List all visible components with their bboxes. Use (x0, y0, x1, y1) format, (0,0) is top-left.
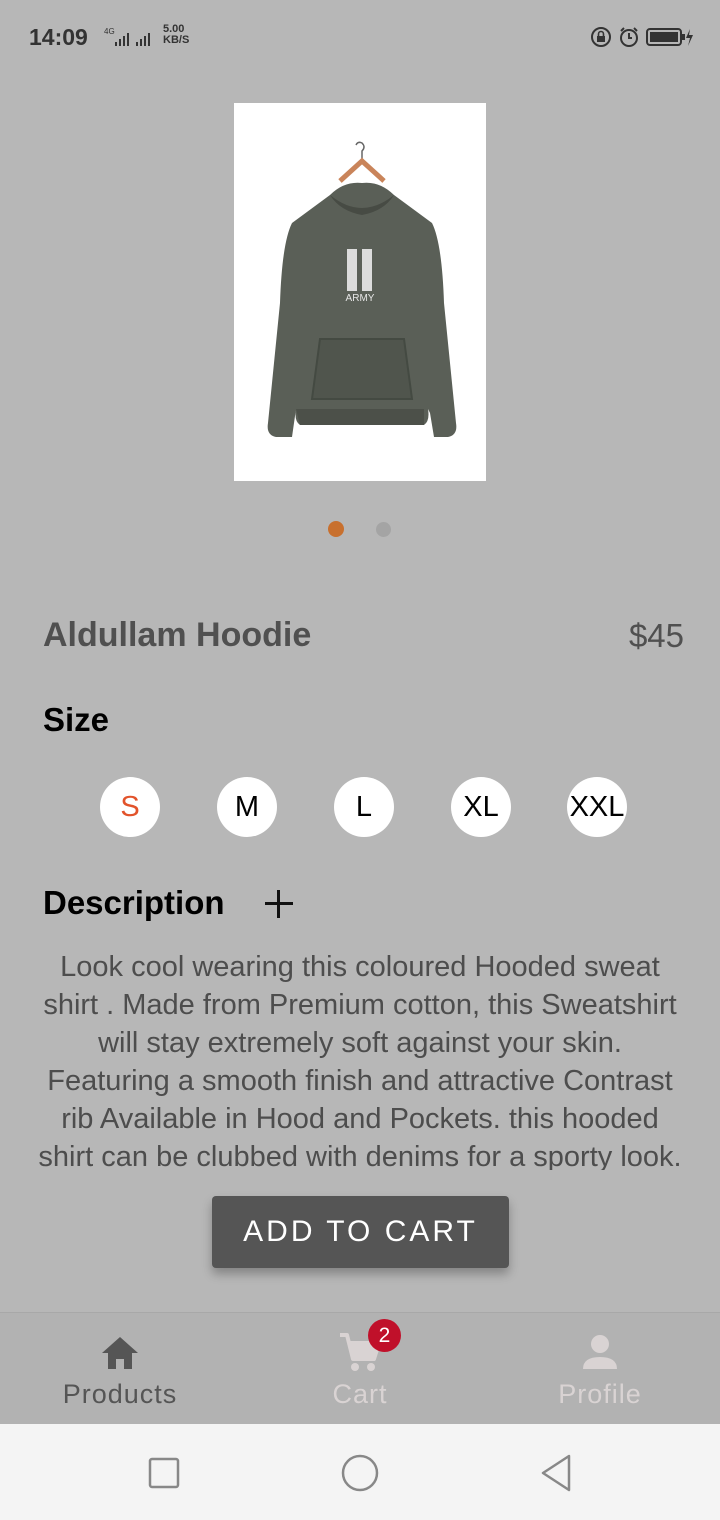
battery-icon (646, 28, 693, 46)
nav-profile-label: Profile (558, 1379, 642, 1409)
add-to-cart-button[interactable]: ADD TO CART (212, 1196, 509, 1268)
carousel-dot[interactable] (376, 522, 391, 537)
status-time: 14:09 (29, 24, 88, 50)
size-option-l[interactable]: L (334, 777, 394, 837)
cart-badge: 2 (368, 1319, 401, 1352)
status-icons (590, 24, 694, 50)
description-line: will stay extremely soft against your sk… (98, 1027, 622, 1059)
expand-description-plus-icon[interactable] (261, 884, 297, 922)
description-line: Look cool wearing this coloured Hooded s… (60, 951, 660, 983)
product-image[interactable]: ARMY (234, 103, 486, 481)
nav-profile[interactable]: Profile (480, 1313, 720, 1425)
size-option-xxl[interactable]: XXL (567, 777, 627, 837)
size-option-xl[interactable]: XL (451, 777, 511, 837)
product-price: $45 (628, 617, 684, 654)
recents-square-icon[interactable] (139, 1448, 189, 1498)
nav-products[interactable]: Products (0, 1313, 240, 1425)
svg-text:4G: 4G (104, 27, 115, 36)
description-line: shirt can be clubbed with denims for a s… (38, 1141, 682, 1170)
description-line: rib Available in Hood and Pockets. this … (61, 1103, 659, 1135)
description-heading: Description (43, 884, 225, 921)
bottom-nav: Products Cart Profile (0, 1312, 720, 1425)
size-option-m[interactable]: M (217, 777, 277, 837)
description-line: shirt . Made from Premium cotton, this S… (43, 989, 677, 1021)
carousel-dot-active[interactable] (328, 521, 344, 537)
person-icon (583, 1335, 617, 1369)
carousel-indicator (0, 521, 720, 537)
back-triangle-icon[interactable] (531, 1448, 581, 1498)
description-text: Look cool wearing this coloured Hooded s… (0, 948, 720, 1170)
network-speed: 5.00 KB/S (163, 24, 189, 46)
speed-unit: KB/S (163, 34, 190, 46)
system-nav-bar (0, 1424, 720, 1520)
nav-cart-label: Cart (332, 1379, 388, 1409)
nav-products-label: Products (62, 1379, 178, 1409)
nav-cart[interactable]: Cart (240, 1313, 480, 1425)
home-circle-icon[interactable] (335, 1448, 385, 1498)
status-bar: 14:09 4G 5.00 KB/S (0, 0, 720, 76)
alarm-icon (620, 27, 638, 47)
hoodie-logo-text: ARMY (346, 293, 375, 304)
product-title: Aldullam Hoodie (43, 616, 312, 654)
home-icon (102, 1337, 138, 1369)
signal-icon: 4G (104, 27, 150, 46)
size-option-s[interactable]: S (100, 777, 160, 837)
size-options: S M L XL XXL (0, 777, 720, 837)
hoodie-image: ARMY (267, 141, 457, 437)
size-heading: Size (43, 701, 110, 738)
lock-rotation-icon (591, 27, 611, 47)
description-line: Featuring a smooth finish and attractive… (47, 1065, 673, 1097)
